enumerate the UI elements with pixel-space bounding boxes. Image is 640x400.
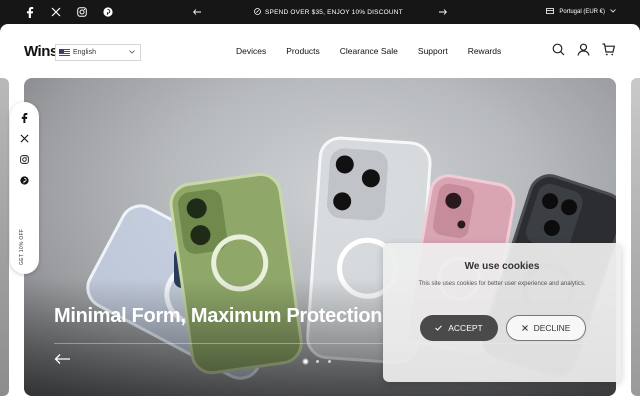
currency-icon — [546, 7, 555, 17]
language-selector[interactable]: English — [55, 44, 141, 61]
check-icon — [435, 323, 443, 333]
slide-dot[interactable] — [316, 360, 319, 363]
announcement-prev-button[interactable] — [192, 6, 202, 18]
chevron-down-icon — [610, 9, 616, 15]
hero-prev-arrow-icon[interactable] — [54, 352, 70, 364]
nav-item-clearance-sale[interactable]: Clearance Sale — [340, 46, 398, 56]
slide-dot[interactable] — [328, 360, 331, 363]
floating-social-bar: GET 10% OFF — [10, 102, 39, 274]
us-flag-icon — [59, 49, 70, 56]
search-icon[interactable] — [552, 43, 566, 57]
chevron-down-icon — [129, 49, 135, 56]
locale-selector[interactable]: Portugal (EUR €) — [546, 0, 616, 24]
announcement-next-button[interactable] — [438, 6, 448, 18]
instagram-icon[interactable] — [19, 154, 30, 165]
site-header: Wins English Devices Products Clearance … — [0, 24, 640, 78]
announcement-social-links — [24, 0, 114, 24]
decline-cookies-button[interactable]: DECLINE — [506, 315, 586, 341]
cookie-title: We use cookies — [464, 261, 540, 272]
nav-item-support[interactable]: Support — [418, 46, 448, 56]
discount-promo-tab[interactable]: GET 10% OFF — [19, 228, 31, 266]
slide-dot[interactable] — [304, 360, 307, 363]
discount-tag-icon — [254, 7, 261, 17]
nav-item-products[interactable]: Products — [286, 46, 320, 56]
hero-title: Minimal Form, Maximum Protection — [54, 305, 383, 327]
accept-cookies-button[interactable]: ACCEPT — [420, 315, 498, 341]
locale-label: Portugal (EUR €) — [559, 9, 605, 15]
slide-pagination — [304, 360, 331, 363]
header-actions — [552, 43, 616, 57]
pinterest-icon[interactable] — [102, 6, 114, 18]
announcement-bar: SPEND OVER $35, ENJOY 10% DISCOUNT Portu… — [0, 0, 640, 24]
previous-slide-peek[interactable] — [0, 78, 9, 396]
facebook-icon[interactable] — [19, 112, 30, 123]
announcement-promo[interactable]: SPEND OVER $35, ENJOY 10% DISCOUNT — [254, 0, 403, 24]
next-slide-peek[interactable] — [631, 78, 640, 396]
cookie-description: This site uses cookies for better user e… — [418, 281, 586, 287]
accept-label: ACCEPT — [448, 323, 483, 333]
facebook-icon[interactable] — [24, 6, 36, 18]
main-nav: Devices Products Clearance Sale Support … — [236, 24, 501, 78]
instagram-icon[interactable] — [76, 6, 88, 18]
x-icon[interactable] — [50, 6, 62, 18]
account-icon[interactable] — [577, 43, 591, 57]
nav-item-rewards[interactable]: Rewards — [468, 46, 502, 56]
decline-label: DECLINE — [533, 323, 571, 333]
site-logo[interactable]: Wins — [24, 43, 58, 60]
x-icon[interactable] — [19, 133, 30, 144]
cart-icon[interactable] — [602, 43, 616, 57]
language-label: English — [73, 49, 96, 56]
nav-item-devices[interactable]: Devices — [236, 46, 266, 56]
cookie-consent-dialog: We use cookies This site uses cookies fo… — [383, 243, 621, 382]
close-icon — [521, 323, 528, 333]
announcement-promo-text: SPEND OVER $35, ENJOY 10% DISCOUNT — [265, 8, 403, 16]
pinterest-icon[interactable] — [19, 175, 30, 186]
